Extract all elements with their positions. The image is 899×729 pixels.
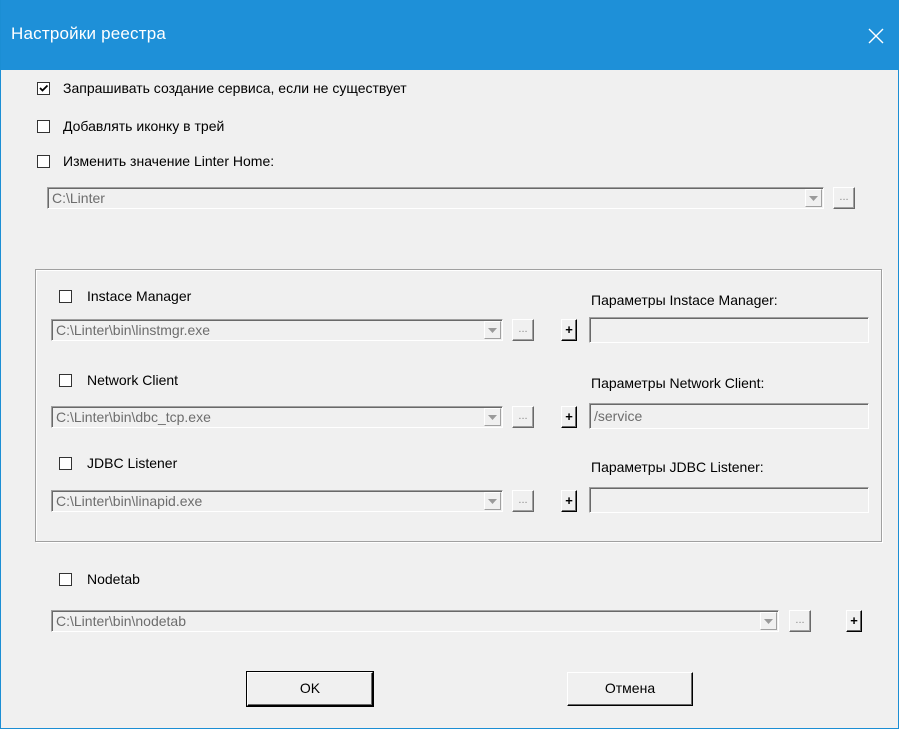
network-client-dropdown-button[interactable]: [484, 408, 501, 426]
nodetab-dropdown-button[interactable]: [760, 612, 777, 630]
instance-manager-label: Instace Manager: [87, 288, 192, 304]
jdbc-listener-path-combobox[interactable]: C:\Linter\bin\linapid.exe: [51, 490, 503, 512]
network-client-path-value: C:\Linter\bin\dbc_tcp.exe: [56, 409, 211, 425]
network-client-params-value: /service: [594, 408, 643, 424]
jdbc-listener-browse-button[interactable]: ...: [512, 490, 534, 512]
network-client-path-combobox[interactable]: C:\Linter\bin\dbc_tcp.exe: [51, 406, 503, 428]
instance-manager-path-value: C:\Linter\bin\linstmgr.exe: [56, 322, 211, 338]
chevron-down-icon: [488, 415, 497, 420]
chevron-down-icon: [809, 196, 818, 201]
instance-manager-browse-button[interactable]: ...: [512, 319, 534, 341]
jdbc-listener-path-value: C:\Linter\bin\linapid.exe: [56, 493, 203, 509]
window-title: Настройки реестра: [11, 24, 167, 43]
instance-manager-dropdown-button[interactable]: [484, 321, 501, 339]
network-client-browse-button[interactable]: ...: [512, 406, 534, 428]
nodetab-label: Nodetab: [87, 571, 140, 587]
close-icon: [868, 28, 884, 44]
nodetab-checkbox[interactable]: [59, 573, 72, 586]
ok-button[interactable]: OK: [246, 671, 374, 707]
jdbc-listener-dropdown-button[interactable]: [484, 492, 501, 510]
ask-create-service-label: Запрашивать создание сервиса, если не су…: [63, 80, 407, 96]
chevron-down-icon: [488, 499, 497, 504]
home-path-dropdown-button[interactable]: [805, 189, 822, 207]
change-home-label: Изменить значение Linter Home:: [63, 153, 275, 169]
home-path-value: C:\Linter: [52, 190, 105, 206]
jdbc-listener-params-input[interactable]: [589, 487, 869, 513]
home-path-combobox[interactable]: C:\Linter: [47, 187, 824, 209]
nodetab-plus-button[interactable]: +: [846, 610, 862, 632]
instance-manager-path-combobox[interactable]: C:\Linter\bin\linstmgr.exe: [51, 319, 503, 341]
instance-manager-params-label: Параметры Instace Manager:: [591, 292, 778, 308]
instance-manager-params-input[interactable]: [589, 317, 869, 343]
registry-settings-dialog: Настройки реестра Запрашивать создание с…: [0, 0, 899, 729]
nodetab-browse-button[interactable]: ...: [789, 610, 811, 632]
network-client-label: Network Client: [87, 372, 179, 388]
jdbc-listener-params-label: Параметры JDBC Listener:: [591, 459, 764, 475]
network-client-checkbox[interactable]: [59, 374, 72, 387]
close-button[interactable]: [853, 14, 899, 58]
nodetab-path-value: C:\Linter\bin\nodetab: [56, 613, 186, 629]
chevron-down-icon: [488, 328, 497, 333]
jdbc-listener-checkbox[interactable]: [59, 457, 72, 470]
tray-icon-label: Добавлять иконку в трей: [63, 118, 225, 134]
instance-manager-plus-button[interactable]: +: [561, 319, 577, 341]
tray-icon-checkbox[interactable]: [37, 120, 50, 133]
jdbc-listener-label: JDBC Listener: [87, 455, 178, 471]
jdbc-listener-plus-button[interactable]: +: [561, 490, 577, 512]
chevron-down-icon: [764, 619, 773, 624]
title-bar: Настройки реестра: [1, 0, 899, 70]
cancel-button[interactable]: Отмена: [567, 672, 693, 706]
home-path-browse-button[interactable]: ...: [833, 187, 855, 209]
network-client-plus-button[interactable]: +: [561, 406, 577, 428]
checkmark-icon: [39, 84, 49, 92]
change-home-checkbox[interactable]: [37, 155, 50, 168]
network-client-params-input[interactable]: /service: [589, 403, 869, 429]
instance-manager-checkbox[interactable]: [59, 290, 72, 303]
ask-create-service-checkbox[interactable]: [37, 82, 50, 95]
nodetab-path-combobox[interactable]: C:\Linter\bin\nodetab: [51, 610, 779, 632]
network-client-params-label: Параметры Network Client:: [591, 375, 765, 391]
